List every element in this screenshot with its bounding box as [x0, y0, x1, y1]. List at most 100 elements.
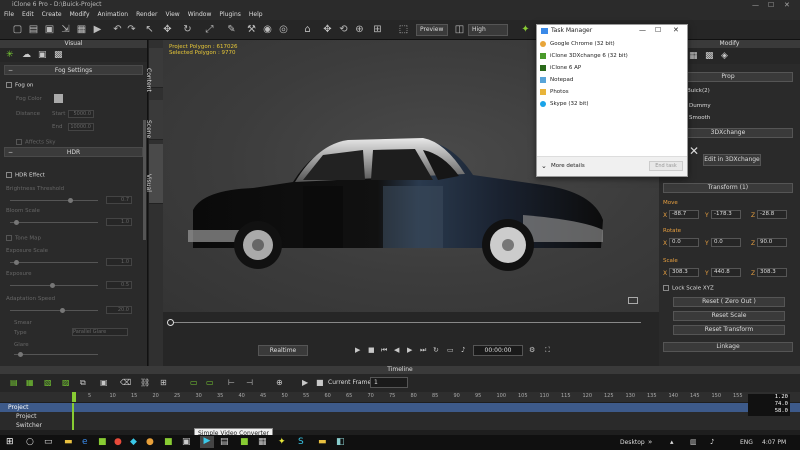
app7-icon[interactable]: ▤ — [220, 437, 229, 447]
reset-zero-button[interactable]: Reset ( Zero Out ) — [673, 297, 785, 307]
delete-icon[interactable]: ⌫ — [120, 378, 131, 387]
hdr-section[interactable]: − HDR — [4, 147, 143, 157]
menu-item-view[interactable]: View — [165, 10, 179, 20]
orbit-icon[interactable]: ⟲ — [338, 24, 349, 35]
move-icon[interactable]: ✥ — [162, 24, 173, 35]
scrubber-handle[interactable] — [167, 319, 174, 326]
type-dropdown[interactable]: Parallel Glare — [72, 328, 128, 336]
app5-icon[interactable]: ■ — [164, 437, 173, 447]
tab-visual[interactable]: Visual — [145, 144, 163, 204]
camera-icon[interactable]: ◉ — [262, 24, 273, 35]
adaptation-field[interactable]: 20.0 — [106, 306, 132, 314]
sun-icon[interactable]: ✳ — [6, 50, 14, 60]
app9-icon[interactable]: ✦ — [278, 437, 286, 447]
tl-play-icon[interactable]: ▶ — [302, 378, 308, 387]
zoom-in-icon[interactable]: ⊕ — [276, 378, 283, 387]
menu-item-create[interactable]: Create — [42, 10, 62, 20]
bloom-field[interactable]: 1.0 — [106, 218, 132, 226]
paint-icon[interactable]: ✎ — [226, 24, 237, 35]
track-project[interactable]: Project — [0, 403, 800, 412]
reset-scale-button[interactable]: Reset Scale — [673, 311, 785, 321]
tray-icon[interactable]: ▴ — [670, 438, 674, 446]
app-icon[interactable]: ■ — [98, 437, 107, 447]
fog-color-swatch[interactable] — [54, 94, 63, 103]
scale-z-field[interactable]: 308.3 — [757, 268, 787, 277]
end-task-button[interactable]: End task — [649, 161, 683, 171]
edit-3dxchange-button[interactable]: Edit in 3DXchange — [703, 154, 761, 166]
menu-item-file[interactable]: File — [4, 10, 14, 20]
plugin-icon[interactable]: ✦ — [520, 24, 531, 35]
exposure-field[interactable]: 0.5 — [106, 281, 132, 289]
export-icon[interactable]: ▦ — [76, 24, 87, 35]
iclone-icon[interactable]: ■ — [240, 437, 249, 447]
app3-icon[interactable]: ◆ — [130, 437, 137, 447]
timecode-field[interactable]: 00:00:00 — [473, 345, 523, 356]
preview-dropdown[interactable]: Preview — [416, 24, 448, 36]
tm-minimize-button[interactable]: — — [639, 26, 646, 34]
current-frame-field[interactable]: 1 — [370, 377, 408, 388]
eye-icon[interactable]: ◎ — [278, 24, 289, 35]
key-icon[interactable]: ▦ — [26, 378, 34, 387]
desktop-toolbar[interactable]: Desktop — [620, 439, 645, 446]
app8-icon[interactable]: ▦ — [258, 437, 267, 447]
film-icon[interactable]: ▣ — [38, 50, 47, 60]
trim-icon[interactable]: ⊣ — [246, 378, 253, 387]
more-details-link[interactable]: More details — [551, 163, 585, 169]
home-icon[interactable]: ⌂ — [302, 24, 313, 35]
smooth-checkbox[interactable]: Smooth — [689, 115, 710, 121]
open-icon[interactable]: ▤ — [28, 24, 39, 35]
tab-content[interactable]: Content — [145, 48, 163, 91]
pan-icon[interactable]: ✥ — [322, 24, 333, 35]
track-switcher[interactable]: Switcher — [0, 421, 800, 430]
menu-item-window[interactable]: Window — [188, 10, 212, 20]
move-x-field[interactable]: -88.7 — [669, 210, 699, 219]
play-icon[interactable]: ▶ — [355, 346, 360, 354]
task-view-icon[interactable]: ▭ — [44, 437, 53, 447]
move-z-field[interactable]: -28.8 — [757, 210, 787, 219]
scale-y-field[interactable]: 440.8 — [711, 268, 741, 277]
next-frame-icon[interactable]: ▶ — [407, 346, 412, 354]
network-icon[interactable]: ▥ — [690, 438, 697, 446]
stop-icon[interactable]: ■ — [368, 346, 375, 354]
copy-icon[interactable]: ⧉ — [80, 378, 86, 388]
zoom-icon[interactable]: ⊕ — [354, 24, 365, 35]
brightness-slider[interactable] — [10, 198, 98, 203]
track-project-sub[interactable]: Project — [0, 412, 800, 421]
first-frame-icon[interactable]: ⏮ — [381, 346, 387, 355]
maximize-button[interactable]: ☐ — [768, 0, 774, 10]
timeline-scrubber[interactable] — [171, 322, 641, 323]
rotate-x-field[interactable]: 0.0 — [669, 238, 699, 247]
app11-icon[interactable]: ◧ — [336, 437, 345, 447]
scale-x-field[interactable]: 308.3 — [669, 268, 699, 277]
hdr-effect-checkbox[interactable]: HDR Effect — [6, 172, 45, 179]
volume-icon[interactable]: ♪ — [710, 438, 714, 446]
timeline-ruler[interactable]: 5 10 15 20 25 30 35 40 45 50 55 60 65 70 75 80 85 90 95 100… — [0, 392, 800, 402]
windows-start-icon[interactable]: ⊞ — [6, 437, 14, 447]
viewport-toggle-icon[interactable] — [628, 297, 638, 304]
quality-dropdown[interactable]: High — [468, 24, 508, 36]
language-indicator[interactable]: ENG — [740, 439, 753, 446]
settings-icon[interactable]: ⚙ — [529, 346, 535, 354]
frame-icon[interactable]: ⬚ — [398, 24, 409, 35]
bloom-slider[interactable] — [10, 220, 98, 225]
exposure-slider[interactable] — [10, 283, 98, 288]
tool-icon[interactable]: ⚒ — [246, 24, 257, 35]
import-icon[interactable]: ⇲ — [60, 24, 71, 35]
loop-icon[interactable]: ↻ — [433, 346, 439, 354]
clock[interactable]: 4:07 PM — [762, 439, 786, 446]
prop-name[interactable]: Buick(2) — [687, 88, 710, 94]
tm-close-button[interactable]: ✕ — [673, 26, 679, 34]
move-y-field[interactable]: -178.3 — [711, 210, 741, 219]
process-3dxchange[interactable]: iClone 3DXchange 6 (32 bit) — [540, 51, 628, 61]
realtime-dropdown[interactable]: Realtime — [258, 345, 308, 356]
adaptation-slider[interactable] — [10, 308, 98, 313]
checker-icon[interactable]: ▦ — [689, 51, 698, 61]
app4-icon[interactable]: ● — [146, 437, 154, 447]
search-icon[interactable]: ○ — [26, 437, 34, 447]
edge-icon[interactable]: e — [82, 437, 88, 447]
menu-item-modify[interactable]: Modify — [70, 10, 90, 20]
redo-icon[interactable]: ↷ — [126, 24, 137, 35]
rotate-z-field[interactable]: 90.0 — [757, 238, 787, 247]
dummy-checkbox[interactable]: Dummy — [689, 103, 711, 109]
menu-item-animation[interactable]: Animation — [98, 10, 129, 20]
